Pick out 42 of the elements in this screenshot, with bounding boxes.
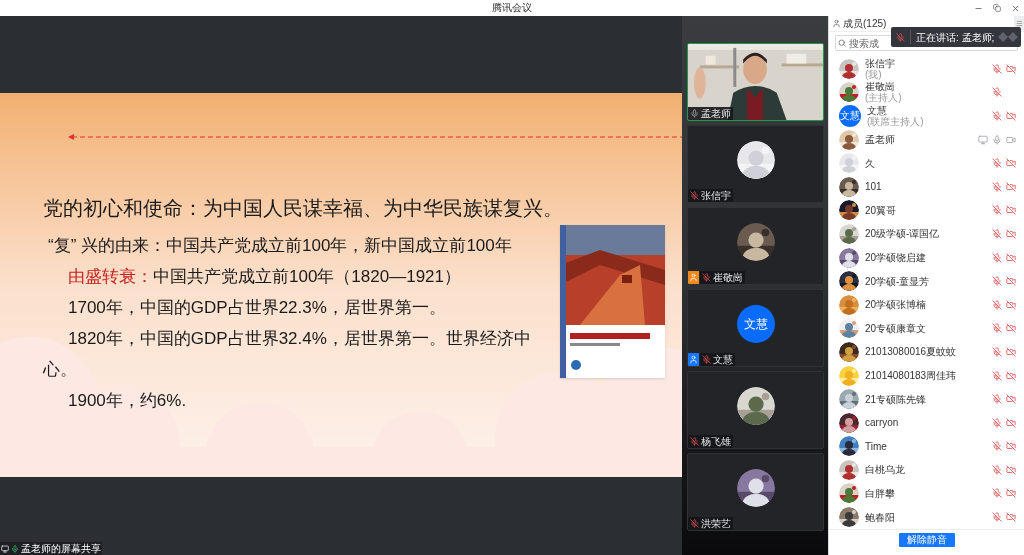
member-name: 21013080016夏蚊蚊 (865, 346, 958, 358)
member-role: (联席主持人) (867, 116, 925, 127)
toast-text: 正在讲话: 孟老师; (916, 30, 995, 45)
member-name: 21专硕陈先锋 (865, 393, 928, 405)
member-name: 20学硕饶启建 (865, 252, 928, 264)
member-name: carryon (865, 417, 900, 429)
member-name: 20专硕康章文 (865, 322, 928, 334)
participant-name: 张信宇 (701, 190, 731, 201)
avatar: 文慧 (736, 305, 775, 343)
member-name: 白胖攀 (865, 488, 896, 499)
participant-name: 文慧 (713, 354, 733, 365)
member-name: 20级学硕-谭国亿 (865, 228, 941, 240)
slide-text: 1900年，约6%. (67, 390, 188, 412)
member-name: 101 (865, 181, 883, 193)
participant-name: 洪荣艺 (701, 518, 731, 529)
slide-text: 党的初心和使命：为中国人民谋幸福、为中华民族谋复兴。 (42, 196, 564, 221)
participant-name: 杨飞雄 (701, 436, 731, 447)
member-name: 20学硕张博楠 (865, 299, 928, 311)
member-name: 20翼哥 (865, 204, 898, 216)
share-label-text: 孟老师的屏幕共享 (21, 543, 101, 554)
member-role: (我) (865, 68, 882, 80)
member-name: 张信宇 (865, 57, 896, 69)
slide-text: 1700年，中国的GDP占世界22.3%，居世界第一。 (67, 297, 447, 319)
member-name: Time (865, 440, 888, 452)
slide-text: 由盛转衰：中国共产党成立前100年（1820—1921） (67, 266, 462, 288)
member-name: 文慧 (867, 105, 887, 116)
panel-title: 成员(125) (843, 17, 888, 30)
slide-text: 1820年，中国的GDP占世界32.4%，居世界第一。世界经济中 (67, 328, 532, 350)
member-name: 孟老师 (865, 134, 896, 146)
slide-text: 心。 (42, 359, 78, 381)
member-name: 20学硕-童显芳 (865, 275, 931, 287)
member-name: 崔敬崗 (865, 81, 896, 93)
avatar: 文慧 (839, 105, 861, 127)
member-name: 久 (865, 157, 876, 169)
member-role: (主持人) (865, 92, 903, 104)
participant-name: 孟老师 (701, 108, 731, 119)
window-title: 腾讯会议 (492, 2, 532, 14)
slide-text: “复” 兴的由来：中国共产党成立前100年，新中国成立前100年 (47, 235, 513, 257)
member-name: 21014080183周佳玮 (865, 370, 958, 381)
member-name: 鲍春阳 (865, 511, 896, 523)
participant-name: 崔敬崗 (713, 272, 743, 283)
member-name: 白桃乌龙 (865, 464, 906, 476)
